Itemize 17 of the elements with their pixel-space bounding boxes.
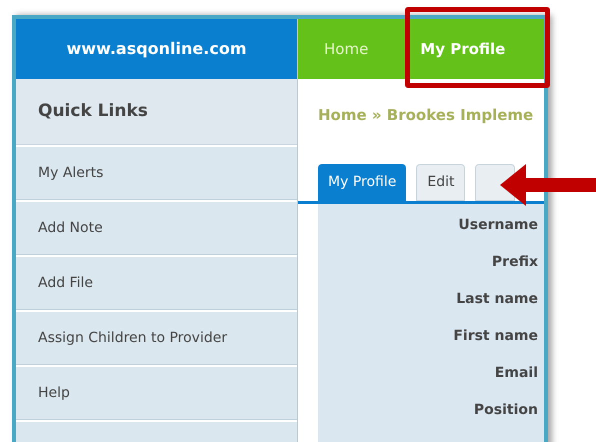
quick-links-heading: Quick Links	[38, 100, 148, 123]
quick-link[interactable]: My Alerts	[16, 145, 297, 200]
field-label: Prefix	[492, 253, 538, 272]
tab[interactable]: My Profile	[318, 164, 406, 201]
quick-link[interactable]: Add File	[16, 255, 297, 310]
breadcrumb: Home » Brookes Impleme	[318, 106, 534, 124]
field-label: Last name	[456, 290, 538, 309]
field-label: Position	[474, 401, 538, 420]
quick-link[interactable]: Assign Children to Provider	[16, 310, 297, 365]
quick-link[interactable]: Help	[16, 365, 297, 420]
tab[interactable]: Edit	[416, 164, 466, 201]
field-label: Username	[458, 216, 538, 235]
arrow-left-icon	[500, 164, 596, 206]
site-title: www.asqonline.com	[66, 38, 246, 60]
field-label: Email	[494, 364, 538, 383]
quick-link[interactable]: Add Note	[16, 200, 297, 255]
field-label: First name	[453, 327, 538, 346]
